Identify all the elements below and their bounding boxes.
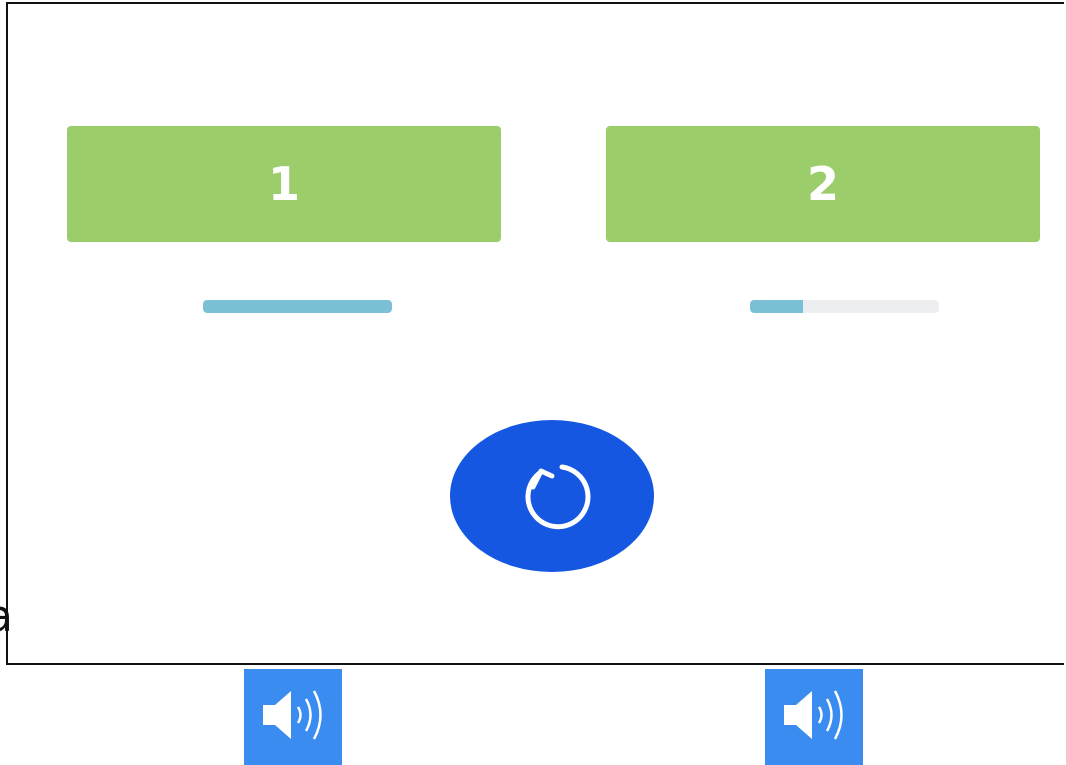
speaker-icon xyxy=(253,683,333,752)
sound-button-1[interactable] xyxy=(244,669,342,765)
replay-button[interactable] xyxy=(450,420,654,572)
progress-fill-1 xyxy=(203,300,392,313)
stray-text: a xyxy=(0,595,12,639)
progress-fill-2 xyxy=(750,300,803,313)
progress-bar-1 xyxy=(203,300,392,313)
speaker-icon xyxy=(774,683,854,752)
stage-frame: 1 2 xyxy=(6,2,1064,665)
replay-icon xyxy=(512,454,592,539)
choice-button-2[interactable]: 2 xyxy=(606,126,1040,242)
sound-button-2[interactable] xyxy=(765,669,863,765)
choice-label-1: 1 xyxy=(267,157,300,211)
progress-bar-2 xyxy=(750,300,939,313)
choice-label-2: 2 xyxy=(806,157,839,211)
choice-button-1[interactable]: 1 xyxy=(67,126,501,242)
